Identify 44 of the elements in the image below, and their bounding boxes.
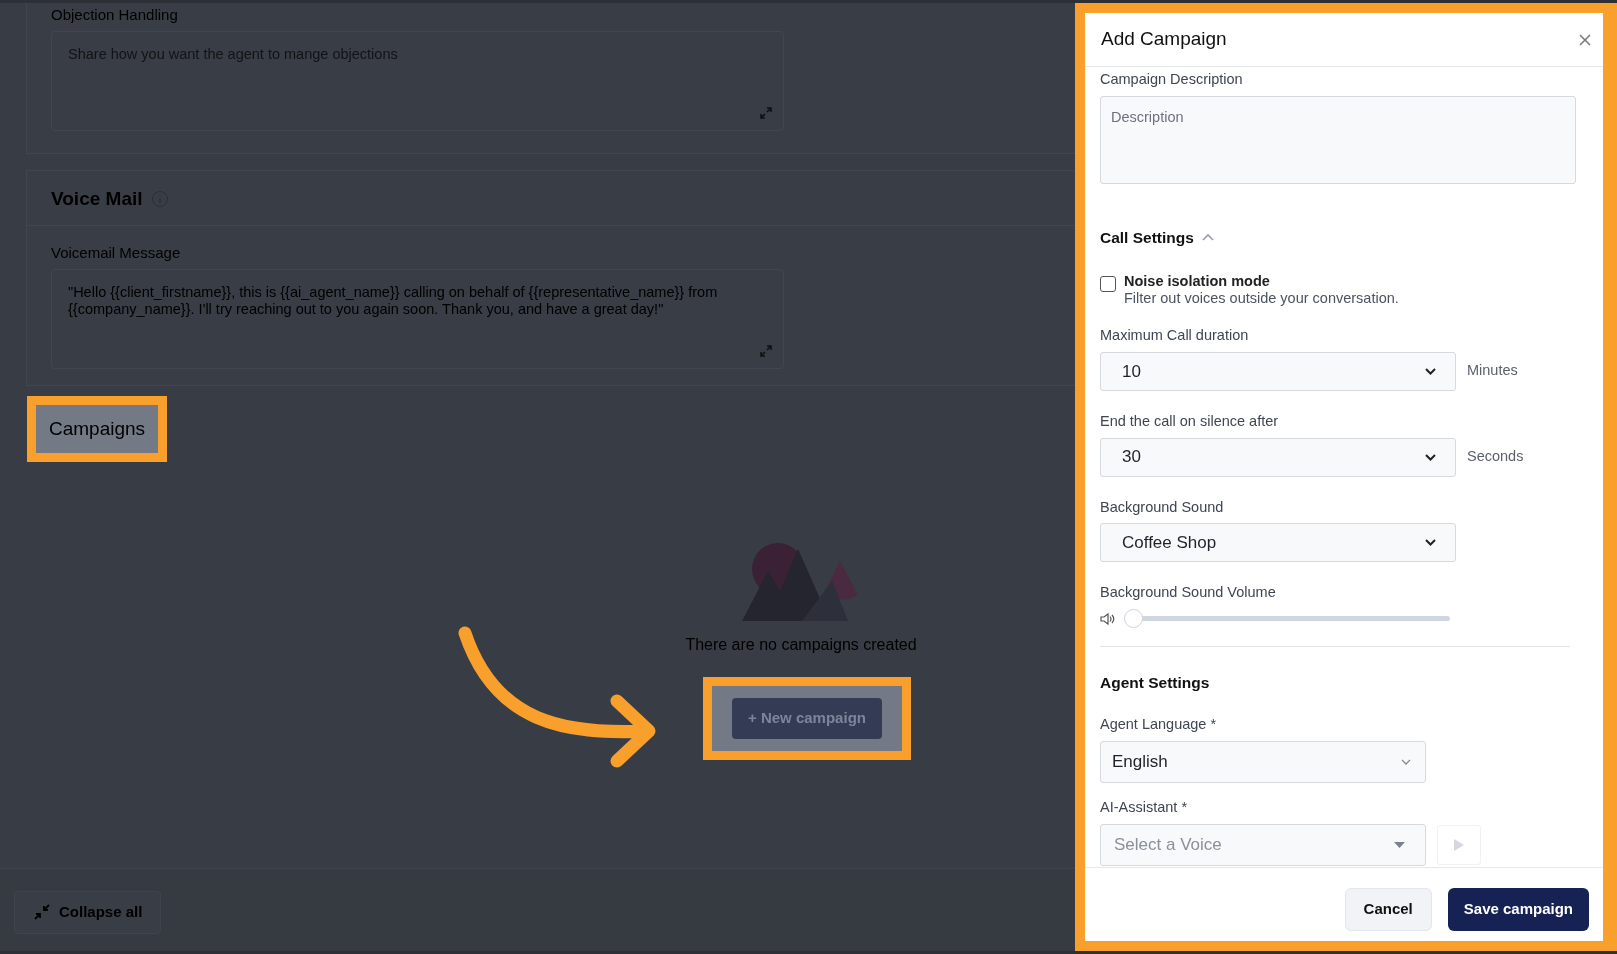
section-title: Voice Mail	[51, 186, 143, 211]
chevron-icon	[1424, 538, 1437, 548]
volume-slider[interactable]	[1124, 609, 1450, 628]
description-field[interactable]: Description	[1100, 95, 1576, 184]
campaigns-tab[interactable]: Campaigns	[27, 395, 168, 462]
voice-select[interactable]: Select a Voice	[1100, 823, 1426, 866]
panel-title: Add Campaign	[1101, 27, 1227, 52]
chevron-icon	[1424, 366, 1437, 376]
chevron-icon	[1401, 758, 1411, 766]
field-label: Background Sound	[1100, 497, 1225, 517]
sound-select[interactable]: Coffee Shop	[1100, 523, 1456, 563]
language-select[interactable]: English	[1100, 741, 1426, 783]
chevron-icon[interactable]	[1201, 233, 1214, 242]
section-title: Agent Settings	[1100, 673, 1211, 693]
save-button[interactable]: Save campaign	[1447, 888, 1589, 931]
caret-icon	[1394, 841, 1405, 848]
expand-icon[interactable]	[759, 105, 773, 120]
field-label: Campaign Description	[1100, 70, 1244, 89]
field-label: Agent Language *	[1100, 715, 1218, 735]
unit-label: Seconds	[1467, 447, 1524, 467]
collapse-icon	[33, 903, 51, 922]
checkbox-label: Noise isolation mode	[1124, 273, 1271, 290]
slider-thumb[interactable]	[1124, 609, 1143, 628]
field-label: End the call on silence after	[1100, 411, 1280, 431]
close-icon[interactable]	[1579, 33, 1591, 46]
cancel-button[interactable]: Cancel	[1344, 888, 1432, 931]
field-label: Objection Handling	[51, 5, 179, 25]
play-button[interactable]	[1437, 824, 1481, 865]
field-label: Maximum Call duration	[1100, 326, 1250, 345]
silence-select[interactable]: 30	[1100, 437, 1456, 477]
play-icon	[1454, 838, 1464, 851]
field-label: Background Sound Volume	[1100, 583, 1277, 603]
checkbox[interactable]	[1100, 276, 1116, 292]
speaker-icon	[1100, 611, 1116, 626]
unit-label: Minutes	[1467, 361, 1518, 381]
field-label: Voicemail Message	[51, 243, 182, 263]
new-campaign-button[interactable]: + New campaign	[732, 698, 882, 739]
empty-state-message: There are no campaigns created	[685, 635, 917, 655]
section-title: Call Settings	[1100, 227, 1194, 248]
duration-select[interactable]: 10	[1100, 351, 1456, 391]
chevron-icon	[1424, 452, 1437, 462]
field-label: AI-Assistant *	[1100, 798, 1189, 817]
hint-text: Filter out voices outside your conversation.	[1124, 290, 1399, 307]
expand-icon[interactable]	[759, 343, 773, 358]
